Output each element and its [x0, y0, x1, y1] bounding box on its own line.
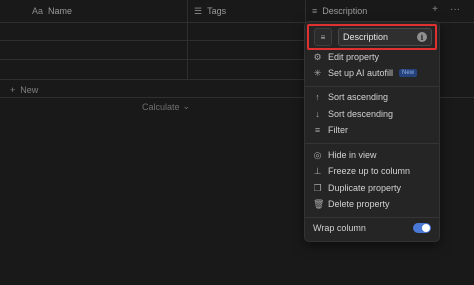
menu-item-label: Sort ascending [328, 92, 389, 102]
menu-item-label: Freeze up to column [328, 166, 411, 176]
property-name-input[interactable]: Description i [338, 28, 432, 46]
more-options-icon[interactable]: ··· [450, 4, 460, 15]
column-header-description[interactable]: ≡ Description [312, 0, 367, 22]
row-divider [0, 40, 305, 41]
property-name-row: ≡ Description i [307, 24, 437, 50]
calculate-label: Calculate [142, 101, 180, 112]
menu-separator [305, 86, 439, 87]
wrap-column-toggle[interactable] [413, 223, 431, 233]
filter-icon: ≡ [314, 125, 321, 135]
row-divider [0, 79, 305, 80]
menu-item-hide-in-view[interactable]: ◎ Hide in view [313, 148, 377, 162]
menu-item-label: Hide in view [328, 150, 377, 160]
add-column-icon[interactable]: + [432, 4, 438, 15]
plus-icon: + [10, 85, 16, 95]
column-header-name[interactable]: Aa Name [32, 0, 72, 22]
text-lines-icon: ≡ [312, 6, 318, 16]
menu-item-delete[interactable]: 🗑 Delete property [313, 197, 390, 211]
column-header-label: Description [322, 6, 368, 16]
multi-select-icon: ☰ [194, 5, 203, 16]
property-menu: ≡ Description i ⚙ Edit property ✳ Set up… [305, 22, 439, 241]
menu-item-edit-property[interactable]: ⚙ Edit property [313, 50, 379, 64]
chevron-down-icon: ⌄ [182, 101, 191, 111]
menu-item-label: Delete property [328, 199, 390, 209]
sparkle-icon: ✳ [313, 67, 322, 78]
arrow-down-icon: ↓ [315, 109, 320, 119]
arrow-up-icon: ↑ [315, 92, 320, 102]
column-header-tags[interactable]: ☰ Tags [194, 0, 226, 22]
column-header-label: Tags [207, 6, 227, 16]
menu-item-freeze[interactable]: ⊥ Freeze up to column [313, 164, 410, 178]
menu-separator [305, 143, 439, 144]
menu-item-label: Sort descending [328, 109, 394, 119]
menu-item-label: Duplicate property [328, 183, 402, 193]
info-icon[interactable]: i [417, 32, 427, 42]
eye-off-icon: ◎ [313, 149, 322, 160]
menu-item-filter[interactable]: ≡ Filter [313, 123, 348, 137]
menu-item-sort-descending[interactable]: ↓ Sort descending [313, 107, 393, 121]
new-badge: New [399, 69, 418, 77]
property-type-icon[interactable]: ≡ [314, 28, 332, 46]
menu-item-wrap-column[interactable]: Wrap column [313, 221, 366, 235]
menu-item-sort-ascending[interactable]: ↑ Sort ascending [313, 90, 388, 104]
property-name-value: Description [343, 32, 389, 42]
menu-item-label: Set up AI autofill [328, 68, 394, 78]
pin-icon: ⊥ [313, 165, 322, 176]
text-property-icon: Aa [32, 6, 44, 16]
table-header: Aa Name ☰ Tags ≡ Description + ··· [0, 0, 474, 22]
row-divider [0, 59, 305, 60]
sliders-icon: ⚙ [313, 51, 322, 62]
calculate-button[interactable]: Calculate ⌄ [142, 101, 190, 112]
menu-item-label: Wrap column [313, 223, 366, 233]
menu-separator [305, 217, 439, 218]
new-row-button[interactable]: + New [10, 83, 38, 97]
menu-item-label: Edit property [328, 52, 380, 62]
column-header-label: Name [48, 6, 73, 16]
menu-item-duplicate[interactable]: ❐ Duplicate property [313, 181, 401, 195]
trash-icon: 🗑 [313, 198, 325, 209]
menu-item-label: Filter [328, 125, 348, 135]
duplicate-icon: ❐ [313, 182, 322, 193]
new-row-label: New [20, 85, 39, 95]
menu-item-ai-autofill[interactable]: ✳ Set up AI autofill New [313, 66, 418, 80]
